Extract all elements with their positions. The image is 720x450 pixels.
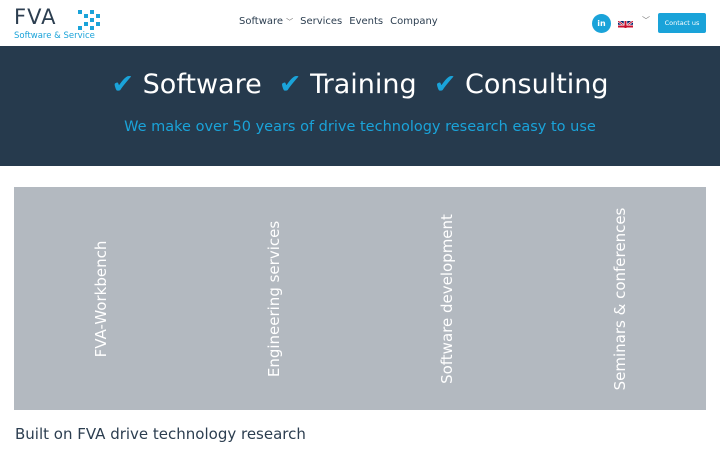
service-tiles: FVA-Workbench Engineering services Softw… (14, 187, 706, 410)
nav-item-events[interactable]: Events (349, 16, 383, 27)
hero-banner: ✔ Software ✔ Training ✔ Consulting We ma… (0, 46, 720, 166)
language-chevron-icon[interactable]: ﹀ (642, 15, 650, 26)
logo-wordmark: FVA (14, 5, 57, 29)
main-nav: Software ﹀ Services Events Company (239, 16, 438, 27)
tile-label: Engineering services (264, 220, 283, 377)
check-icon: ✔ (433, 69, 457, 100)
contact-button[interactable]: Contact us (658, 13, 706, 33)
tile-fva-workbench[interactable]: FVA-Workbench (14, 187, 187, 410)
tile-engineering-services[interactable]: Engineering services (187, 187, 360, 410)
logo-tagline: Software & Service (14, 31, 95, 41)
tile-software-development[interactable]: Software development (360, 187, 533, 410)
linkedin-icon[interactable]: in (592, 14, 611, 33)
nav-item-software[interactable]: Software ﹀ (239, 16, 293, 27)
chevron-down-icon: ﹀ (286, 17, 294, 26)
tile-label: Seminars & conferences (610, 207, 629, 390)
fva-logo[interactable]: FVA Software & Service (14, 5, 110, 42)
hero-title: ✔ Software ✔ Training ✔ Consulting (0, 69, 720, 100)
section-heading: Built on FVA drive technology research (15, 425, 306, 443)
hero-item-consulting: Consulting (465, 69, 609, 100)
logo-dots-icon (78, 10, 100, 30)
check-icon: ✔ (278, 69, 302, 100)
tile-label: FVA-Workbench (91, 240, 110, 357)
tile-seminars-conferences[interactable]: Seminars & conferences (533, 187, 706, 410)
check-icon: ✔ (111, 69, 135, 100)
nav-item-services[interactable]: Services (300, 16, 342, 27)
hero-item-training: Training (310, 69, 417, 100)
hero-subtitle: We make over 50 years of drive technolog… (124, 119, 596, 135)
uk-flag-icon[interactable] (618, 17, 633, 28)
hero-item-software: Software (142, 69, 262, 100)
nav-item-label: Software (239, 16, 284, 27)
nav-item-company[interactable]: Company (390, 16, 438, 27)
site-header: FVA Software & Service Software ﹀ Servic… (0, 0, 720, 46)
tile-label: Software development (437, 213, 456, 384)
